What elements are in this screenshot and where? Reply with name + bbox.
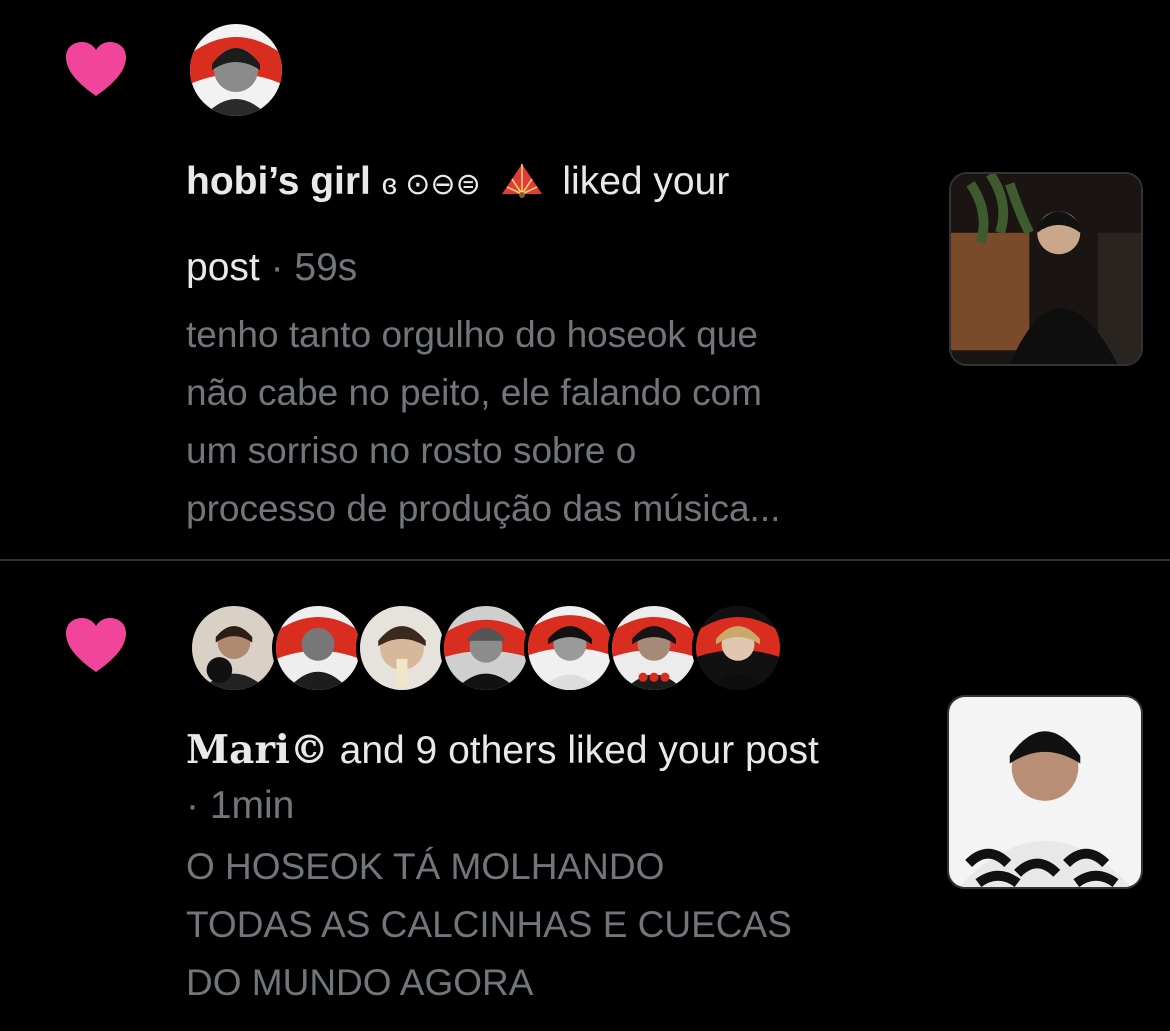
avatar[interactable] <box>692 602 784 694</box>
notifications-feed: hobi’s girl ɞ ⊙⊖⊜ liked your post · 59s … <box>0 0 1170 1031</box>
avatar[interactable] <box>524 602 616 694</box>
notification-meta: post · 59s <box>186 244 357 292</box>
heart-icon <box>66 618 126 672</box>
preview-line: processo de produção das música... <box>186 488 781 529</box>
preview-line: TODAS AS CALCINHAS E CUECAS <box>186 904 792 945</box>
post-media-thumbnail[interactable] <box>947 695 1143 889</box>
avatar[interactable] <box>608 602 700 694</box>
user-name[interactable]: Mari© <box>186 727 329 773</box>
notification-text: Mari© and 9 others liked your post <box>186 726 819 775</box>
avatar[interactable] <box>356 602 448 694</box>
avatar[interactable] <box>188 602 280 694</box>
preview-line: O HOSEOK TÁ MOLHANDO <box>186 846 665 887</box>
notification-item[interactable]: Mari© and 9 others liked your post · 1mi… <box>0 562 1170 1031</box>
preview-line: DO MUNDO AGORA <box>186 962 534 1003</box>
post-preview[interactable]: tenho tanto orgulho do hoseok que não ca… <box>186 306 926 538</box>
avatar[interactable] <box>190 24 282 116</box>
separator: · <box>270 246 284 289</box>
preview-line: tenho tanto orgulho do hoseok que <box>186 314 758 355</box>
user-name-decoration: ɞ ⊙⊖⊜ <box>381 168 481 201</box>
notification-text: hobi’s girl ɞ ⊙⊖⊜ liked your <box>186 158 729 209</box>
divider <box>0 559 1170 561</box>
avatar[interactable] <box>440 602 532 694</box>
folding-fan-icon <box>501 164 542 198</box>
preview-line: não cabe no peito, ele falando com <box>186 372 762 413</box>
action-text-continued: post <box>186 246 260 289</box>
post-preview[interactable]: O HOSEOK TÁ MOLHANDO TODAS AS CALCINHAS … <box>186 838 926 1012</box>
post-media-thumbnail[interactable] <box>949 172 1143 366</box>
heart-icon <box>66 42 126 96</box>
timestamp: 59s <box>294 246 358 289</box>
user-name[interactable]: hobi’s girl <box>186 160 371 203</box>
timestamp: · 1min <box>186 784 295 827</box>
action-text: liked your <box>562 160 730 203</box>
action-text: and 9 others liked your post <box>339 729 819 772</box>
preview-line: um sorriso no rosto sobre o <box>186 430 637 471</box>
liker-avatars <box>188 602 848 694</box>
notification-item[interactable]: hobi’s girl ɞ ⊙⊖⊜ liked your post · 59s … <box>0 0 1170 560</box>
avatar[interactable] <box>272 602 364 694</box>
